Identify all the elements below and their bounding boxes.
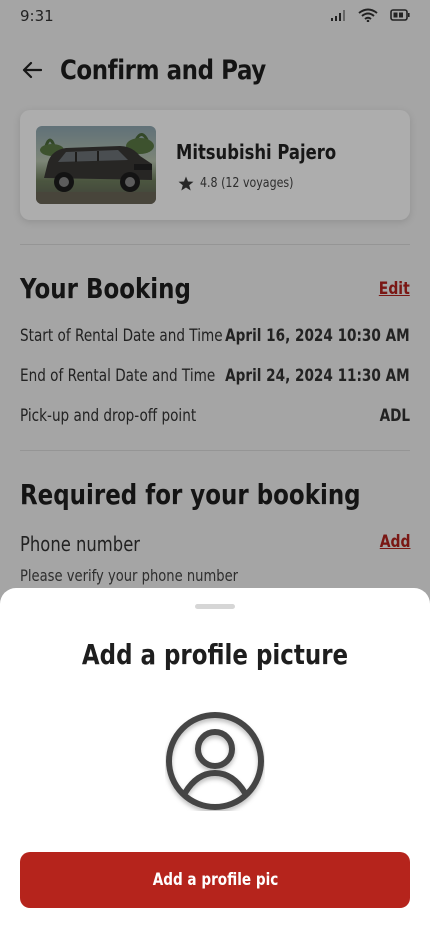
avatar-placeholder — [165, 711, 265, 811]
profile-picture-sheet: Add a profile picture Add a profile pic — [0, 588, 430, 932]
add-profile-pic-button-label: Add a profile pic — [152, 870, 278, 890]
user-avatar-icon — [166, 712, 264, 810]
sheet-title: Add a profile picture — [81, 638, 349, 671]
add-profile-pic-button[interactable]: Add a profile pic — [20, 852, 410, 908]
sheet-drag-handle[interactable] — [195, 604, 235, 609]
